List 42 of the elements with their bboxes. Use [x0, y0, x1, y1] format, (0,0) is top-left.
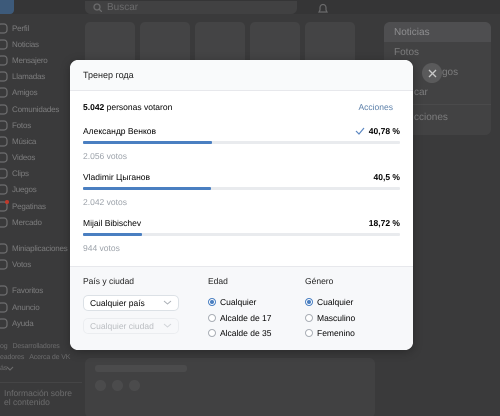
sidebar-item[interactable]: Miniaplicaciones — [12, 244, 68, 254]
actions-link[interactable]: Acciones — [358, 102, 393, 112]
sidebar-item[interactable]: Favoritos — [12, 286, 44, 296]
sidebar-item[interactable]: Mercado — [12, 218, 42, 227]
option-percent: 40,5 % — [374, 172, 400, 182]
sidebar-item[interactable]: Votos — [12, 260, 32, 270]
dialog-title: Тренер года — [70, 60, 413, 91]
sidebar-item[interactable]: Comunidades — [12, 104, 60, 114]
sidebar-item[interactable]: Anuncio — [12, 302, 40, 312]
option-name: Vladimir Цыганов — [83, 172, 150, 182]
sidebar-item[interactable]: Llamadas — [12, 72, 46, 82]
sidebar-item[interactable]: Mensajero — [12, 56, 48, 65]
sidebar-item[interactable]: Pegatinas — [12, 202, 46, 211]
radio-label[interactable]: Alcalde de 35 — [220, 328, 272, 338]
filter-label: Género — [305, 276, 334, 287]
sidebar-item[interactable]: Amigos — [12, 88, 38, 98]
sidebar-item[interactable]: Perfil — [12, 24, 30, 33]
vote-total: 5.042 personas votaron — [83, 102, 172, 112]
vote-count: 2.042 votos — [83, 197, 128, 207]
option-name: Александр Венков — [83, 126, 156, 136]
sidebar-item[interactable]: Noticias — [12, 40, 39, 49]
radio-label[interactable]: Cualquier — [220, 297, 256, 307]
sidebar-item[interactable]: Ayuda — [12, 318, 34, 328]
sidebar-item[interactable]: Fotos — [12, 120, 32, 130]
radio-label[interactable]: Femenino — [317, 328, 355, 338]
sidebar-item[interactable]: Videos — [12, 153, 36, 162]
panel-item[interactable]: Fotos — [384, 42, 491, 62]
radio-label[interactable]: Cualquier — [317, 297, 354, 307]
sidebar-item[interactable]: Clips — [12, 169, 29, 178]
option-name: Mijail Bibischev — [83, 218, 142, 228]
sidebar-item[interactable]: Juegos — [12, 185, 37, 194]
vote-count: 2.056 votos — [83, 151, 128, 161]
radio-label[interactable]: Alcalde de 17 — [220, 312, 272, 322]
select-field[interactable]: Cualquier país — [83, 295, 179, 311]
sidebar-item[interactable]: Música — [12, 136, 36, 146]
option-percent: 18,72 % — [368, 218, 400, 228]
radio-label[interactable]: Masculino — [317, 312, 356, 322]
option-percent: 40,78 % — [368, 126, 400, 136]
filter-label: Edad — [208, 276, 229, 287]
panel-item[interactable]: Noticias — [384, 22, 491, 42]
vote-count: 944 votos — [83, 243, 121, 253]
filter-label: País y ciudad — [83, 276, 136, 287]
